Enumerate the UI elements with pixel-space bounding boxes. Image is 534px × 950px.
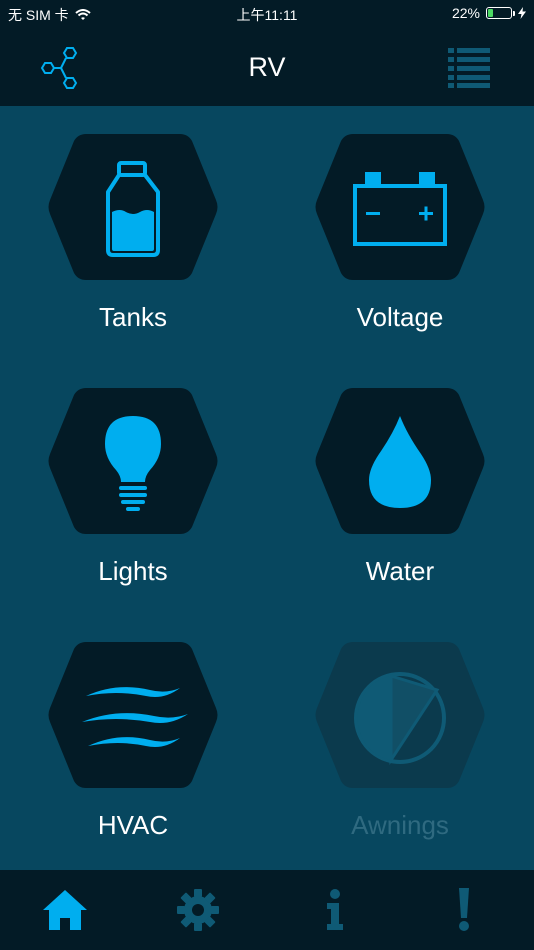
battery-percent: 22% [451,5,480,21]
hexagon-background [315,134,485,280]
battery-icon [486,7,515,19]
list-icon[interactable] [448,48,490,88]
hexagon-background [315,642,485,788]
tab-bar [0,870,534,950]
battery-level [488,9,493,17]
tile-label: Voltage [356,302,444,332]
hexagon-background [48,642,218,788]
status-bar: 无 SIM 卡 上午11:11 22% [0,0,534,28]
tile-voltage[interactable]: Voltage [300,130,500,360]
info-icon[interactable] [311,886,359,934]
hexagon-background [48,134,218,280]
tile-label: Lights [98,556,168,586]
tile-label: Awnings [351,810,449,840]
hexagon-background [315,388,485,534]
tile-hvac[interactable]: HVAC [33,638,233,868]
gear-icon[interactable] [174,886,222,934]
tile-label: Water [365,556,435,586]
status-right: 22% [452,5,526,21]
tile-label: HVAC [97,810,169,840]
alert-icon[interactable] [440,886,488,934]
home-icon[interactable] [41,886,89,934]
hexagon-background [48,388,218,534]
charging-icon [518,7,526,19]
tile-lights[interactable]: Lights [33,384,233,614]
tile-tanks[interactable]: Tanks [33,130,233,360]
tile-awnings[interactable]: Awnings [300,638,500,868]
tile-label: Tanks [99,302,167,332]
nav-bar: RV [0,28,534,106]
tile-water[interactable]: Water [300,384,500,614]
